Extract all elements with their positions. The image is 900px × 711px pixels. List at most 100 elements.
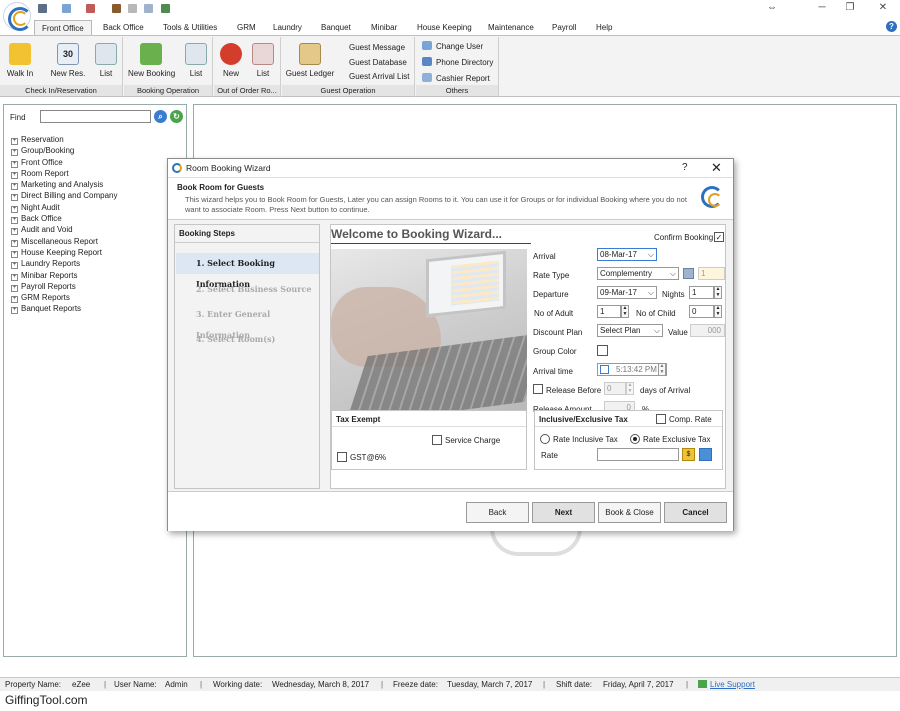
rate-calendar-icon[interactable] bbox=[683, 268, 694, 279]
guest-ledger-button[interactable]: Guest Ledger bbox=[285, 43, 335, 78]
expand-icon[interactable]: + bbox=[11, 205, 18, 213]
phone-directory-button[interactable]: Phone Directory bbox=[422, 57, 493, 67]
nights-input[interactable]: 1 bbox=[689, 286, 714, 299]
expand-icon[interactable]: + bbox=[11, 160, 18, 168]
maximize-button[interactable]: ❐ bbox=[840, 1, 860, 15]
guest-message-button[interactable]: Guest Message bbox=[349, 43, 405, 52]
exit-icon[interactable] bbox=[161, 4, 170, 13]
tab-front-office[interactable]: Front Office bbox=[34, 20, 92, 35]
out-of-order-list-button[interactable]: List bbox=[249, 43, 277, 78]
calculator-icon[interactable] bbox=[699, 448, 712, 461]
tab-maintenance[interactable]: Maintenance bbox=[488, 20, 534, 35]
currency-icon[interactable]: $ bbox=[682, 448, 695, 461]
help-icon[interactable]: ? bbox=[886, 21, 897, 32]
note-icon[interactable] bbox=[128, 4, 137, 13]
release-before-checkbox[interactable] bbox=[533, 384, 543, 394]
live-support-link[interactable]: Live Support bbox=[698, 680, 755, 689]
tree-item-back-office[interactable]: + Back Office bbox=[11, 213, 118, 225]
arrival-time-stepper[interactable]: ▲ ▼ bbox=[658, 364, 666, 375]
service-charge-checkbox[interactable] bbox=[432, 435, 442, 445]
guest-arrival-list-button[interactable]: Guest Arrival List bbox=[349, 72, 409, 81]
next-button[interactable]: Next bbox=[532, 502, 595, 523]
guest-database-button[interactable]: Guest Database bbox=[349, 58, 407, 67]
expand-icon[interactable]: + bbox=[11, 228, 18, 236]
expand-icon[interactable]: + bbox=[11, 138, 18, 145]
new-booking-button[interactable]: New Booking bbox=[128, 43, 175, 78]
no-of-adult-stepper[interactable]: ▲ ▼ bbox=[621, 305, 629, 318]
document-icon[interactable] bbox=[144, 4, 153, 13]
tree-item-miscellaneous[interactable]: + Miscellaneous Report bbox=[11, 236, 118, 247]
tab-laundry[interactable]: Laundry bbox=[273, 20, 302, 35]
departure-date-input[interactable]: 09-Mar-17 ⌵ bbox=[597, 286, 657, 299]
expand-icon[interactable]: + bbox=[11, 273, 18, 281]
dialog-title-bar[interactable]: Room Booking Wizard ? ✕ bbox=[168, 159, 733, 178]
close-button[interactable]: ✕ bbox=[873, 1, 893, 15]
new-out-of-order-button[interactable]: New bbox=[217, 43, 245, 78]
change-user-button[interactable]: Change User bbox=[422, 41, 483, 51]
refresh-icon[interactable]: ↻ bbox=[170, 110, 183, 123]
tab-grm[interactable]: GRM bbox=[237, 20, 256, 35]
rate-exclusive-radio[interactable] bbox=[630, 434, 640, 444]
nights-stepper[interactable]: ▲ ▼ bbox=[714, 286, 722, 299]
cancel-button[interactable]: Cancel bbox=[664, 502, 727, 523]
app-logo-icon[interactable] bbox=[3, 2, 32, 31]
tab-house-keeping[interactable]: House Keeping bbox=[417, 20, 472, 35]
expand-icon[interactable]: + bbox=[11, 217, 18, 225]
walk-in-button[interactable]: Walk In bbox=[4, 43, 36, 78]
tree-item-payroll[interactable]: + Payroll Reports bbox=[11, 281, 118, 292]
expand-icon[interactable]: + bbox=[11, 296, 18, 304]
booking-list-button[interactable]: List bbox=[182, 43, 210, 78]
tree-item-reservation[interactable]: + Reservation bbox=[11, 134, 118, 145]
chevron-down-icon[interactable]: ⌵ bbox=[654, 325, 660, 336]
comp-rate-checkbox[interactable] bbox=[656, 414, 666, 424]
tree-item-room-report[interactable]: + Room Report bbox=[11, 168, 118, 179]
tree-item-minibar[interactable]: + Minibar Reports bbox=[11, 270, 118, 281]
expand-icon[interactable]: + bbox=[11, 171, 18, 179]
tab-minibar[interactable]: Minibar bbox=[371, 20, 397, 35]
arrival-date-input[interactable]: 08-Mar-17 ⌵ bbox=[597, 248, 657, 261]
chart-icon[interactable] bbox=[62, 4, 71, 13]
tree-item-banquet[interactable]: + Banquet Reports bbox=[11, 303, 118, 315]
rate-input[interactable] bbox=[597, 448, 679, 461]
discount-plan-select[interactable]: Select Plan ⌵ bbox=[597, 324, 663, 337]
rate-type-select[interactable]: Complementry ⌵ bbox=[597, 267, 679, 280]
tree-item-audit-void[interactable]: + Audit and Void bbox=[11, 224, 118, 236]
confirm-booking-checkbox[interactable]: ✓ bbox=[714, 232, 724, 242]
tree-item-direct-billing[interactable]: + Direct Billing and Company bbox=[11, 190, 118, 202]
dialog-close-button[interactable]: ✕ bbox=[711, 160, 722, 176]
expand-icon[interactable]: + bbox=[11, 183, 18, 191]
tree-item-marketing[interactable]: + Marketing and Analysis bbox=[11, 179, 118, 191]
gst-checkbox[interactable] bbox=[337, 452, 347, 462]
mail-icon[interactable] bbox=[86, 4, 95, 13]
tab-back-office[interactable]: Back Office bbox=[103, 20, 144, 35]
back-button[interactable]: Back bbox=[466, 502, 529, 523]
tree-item-group-booking[interactable]: + Group/Booking bbox=[11, 145, 118, 157]
tab-banquet[interactable]: Banquet bbox=[321, 20, 351, 35]
book-close-button[interactable]: Book & Close bbox=[598, 502, 661, 523]
chevron-down-icon[interactable]: ⌵ bbox=[670, 268, 676, 279]
expand-icon[interactable]: + bbox=[11, 194, 18, 202]
expand-icon[interactable]: + bbox=[11, 239, 18, 247]
expand-icon[interactable]: + bbox=[11, 149, 18, 157]
save-icon[interactable] bbox=[38, 4, 47, 13]
chevron-down-icon[interactable]: ⌵ bbox=[648, 249, 654, 260]
book-icon[interactable] bbox=[112, 4, 121, 13]
search-icon[interactable]: ⌕ bbox=[154, 110, 167, 123]
expand-icon[interactable]: + bbox=[11, 262, 18, 270]
tree-item-front-office[interactable]: + Front Office bbox=[11, 157, 118, 168]
cashier-report-button[interactable]: Cashier Report bbox=[422, 73, 490, 83]
restore-arrows-icon[interactable]: ⇔ bbox=[762, 1, 782, 15]
minimize-button[interactable]: ─ bbox=[812, 1, 832, 15]
dialog-help-button[interactable]: ? bbox=[682, 162, 688, 173]
tree-item-house-keeping[interactable]: + House Keeping Report bbox=[11, 247, 118, 258]
new-reservation-button[interactable]: 30 New Res. bbox=[48, 43, 88, 78]
group-color-swatch[interactable] bbox=[597, 345, 608, 356]
tab-tools-utilities[interactable]: Tools & Utilities bbox=[163, 20, 217, 35]
tab-help[interactable]: Help bbox=[596, 20, 612, 35]
tree-item-grm[interactable]: + GRM Reports bbox=[11, 292, 118, 304]
no-of-child-input[interactable]: 0 bbox=[689, 305, 714, 318]
tree-item-night-audit[interactable]: + Night Audit bbox=[11, 202, 118, 213]
rate-inclusive-radio[interactable] bbox=[540, 434, 550, 444]
tree-item-laundry[interactable]: + Laundry Reports bbox=[11, 258, 118, 270]
reservation-list-button[interactable]: List bbox=[92, 43, 120, 78]
